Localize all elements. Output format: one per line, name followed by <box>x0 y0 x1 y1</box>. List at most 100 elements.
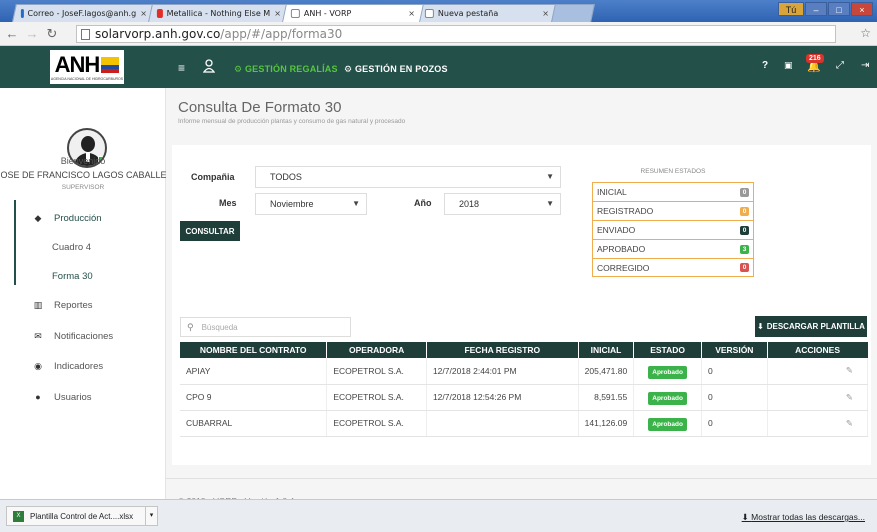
tab-title: Correo - JoseF.lagos@anh.g <box>27 9 137 18</box>
col-header[interactable]: FECHA REGISTRO <box>426 342 579 358</box>
maximize-button[interactable]: □ <box>828 2 850 16</box>
tab-title: Metallica - Nothing Else M <box>166 9 271 18</box>
back-button[interactable]: ← <box>4 26 20 41</box>
tab-correo[interactable]: Correo - JoseF.lagos@anh.g × <box>12 4 156 22</box>
close-icon[interactable]: × <box>136 9 147 18</box>
cell-estado: Aprobado <box>633 384 702 411</box>
download-filename: Plantilla Control de Act....xlsx <box>30 511 134 521</box>
compania-select[interactable]: TODOS ▼ <box>255 166 561 188</box>
col-header[interactable]: ACCIONES <box>767 342 868 358</box>
nav-label: GESTIÓN EN POZOS <box>354 64 448 74</box>
nav-gestion-regalias[interactable]: ⚙ GESTIÓN REGALÍAS <box>234 64 338 75</box>
screen-icon[interactable]: ▣ <box>784 60 793 71</box>
col-header[interactable]: NOMBRE DEL CONTRATO <box>180 342 328 358</box>
url-path: /app/#/app/forma30 <box>220 27 343 41</box>
cell-operadora: ECOPETROL S.A. <box>326 384 427 411</box>
nav-gestion-pozos[interactable]: ⚙ GESTIÓN EN POZOS <box>344 64 448 75</box>
resumen-row-corregido: CORREGIDO 0 <box>592 258 754 277</box>
close-window-button[interactable]: × <box>851 2 873 16</box>
tag-icon: ◆ <box>34 212 42 223</box>
caret-down-icon: ▼ <box>352 199 360 208</box>
help-button[interactable]: ? <box>762 60 768 71</box>
col-header[interactable]: OPERADORA <box>326 342 427 358</box>
consultar-button[interactable]: CONSULTAR <box>180 221 240 241</box>
cell-version: 0 <box>701 358 768 385</box>
logout-icon[interactable]: ⇥ <box>861 60 869 71</box>
mes-select[interactable]: Noviembre ▼ <box>255 193 367 215</box>
download-item[interactable]: X Plantilla Control de Act....xlsx ▾ <box>6 506 158 526</box>
resumen-label: REGISTRADO <box>597 206 654 216</box>
cell-contrato: APIAY <box>180 358 328 385</box>
cell-fecha <box>426 410 579 437</box>
status-count-badge: 0 <box>740 187 749 197</box>
sidebar-item-notificaciones[interactable]: ✉ Notificaciones <box>0 326 166 346</box>
close-icon[interactable]: × <box>538 9 549 18</box>
welcome-text: Bienvenido <box>60 156 106 166</box>
sidebar-item-usuarios[interactable]: ● Usuarios <box>0 387 166 407</box>
outlook-icon <box>20 9 24 18</box>
search-input[interactable]: ⚲ Búsqueda <box>180 317 351 337</box>
status-count-badge: 3 <box>740 244 749 254</box>
col-header[interactable]: INICIAL <box>578 342 635 358</box>
status-count-badge: 0 <box>740 225 749 235</box>
youtube-icon <box>156 9 163 18</box>
expand-icon[interactable]: ⤢ <box>836 60 844 71</box>
reload-button[interactable]: ↻ <box>44 26 60 42</box>
avatar-head <box>81 136 95 152</box>
edit-pencil-icon[interactable]: ✎ <box>846 365 853 375</box>
edit-pencil-icon[interactable]: ✎ <box>846 418 853 428</box>
browser-toolbar: ← → ↻ solarvorp.anh.gov.co/app/#/app/for… <box>0 22 877 46</box>
sidebar-item-indicadores[interactable]: ◉ Indicadores <box>0 356 166 376</box>
close-icon[interactable]: × <box>404 9 415 18</box>
sidebar-item-forma-30[interactable]: Forma 30 <box>0 266 166 286</box>
table-row: APIAY ECOPETROL S.A. 12/7/2018 2:44:01 P… <box>180 358 869 385</box>
col-header[interactable]: ESTADO <box>633 342 702 358</box>
contracts-table: NOMBRE DEL CONTRATO OPERADORA FECHA REGI… <box>180 342 869 437</box>
anh-logo[interactable]: ANH AGENCIA NACIONAL DE HIDROCARBUROS <box>50 50 124 84</box>
caret-down-icon: ▼ <box>546 199 554 208</box>
menu-label: Usuarios <box>54 391 92 403</box>
menu-label: Producción <box>54 212 102 224</box>
tab-nueva-pestana[interactable]: Nueva pestaña × <box>416 4 558 22</box>
resumen-estados: INICIAL 0 REGISTRADO 0 ENVIADO 0 APROBADO 3 … <box>592 182 754 277</box>
cell-contrato: CPO 9 <box>180 384 328 411</box>
cell-fecha: 12/7/2018 12:54:26 PM <box>426 384 579 411</box>
user-icon[interactable] <box>203 59 215 73</box>
window-user-button[interactable]: Tú <box>778 2 804 16</box>
cell-inicial: 141,126.09 <box>578 410 635 437</box>
new-tab-button[interactable] <box>551 4 595 22</box>
forward-button[interactable]: → <box>24 26 40 41</box>
status-count-badge: 0 <box>740 206 749 216</box>
flag-icon <box>101 56 120 73</box>
cell-contrato: CUBARRAL <box>180 410 328 437</box>
minimize-button[interactable]: – <box>805 2 827 16</box>
sidebar-item-cuadro-4[interactable]: Cuadro 4 <box>0 237 166 257</box>
page-icon <box>424 9 434 18</box>
menu-label: Cuadro 4 <box>52 241 92 253</box>
page-icon <box>81 28 90 40</box>
col-header[interactable]: VERSIÓN <box>701 342 768 358</box>
nav-label: GESTIÓN REGALÍAS <box>244 64 338 74</box>
address-bar[interactable]: solarvorp.anh.gov.co/app/#/app/forma30 <box>76 25 836 43</box>
sidebar-item-produccion[interactable]: ◆ Producción <box>0 208 166 228</box>
menu-label: Notificaciones <box>54 330 114 342</box>
chevron-down-icon[interactable]: ▾ <box>145 507 157 525</box>
tab-title: ANH - VORP <box>303 9 352 18</box>
cell-fecha: 12/7/2018 2:44:01 PM <box>426 358 579 385</box>
close-icon[interactable]: × <box>270 9 281 18</box>
sidebar-item-reportes[interactable]: ▥ Reportes <box>0 295 166 315</box>
show-all-downloads-link[interactable]: ⬇ Mostrar todas las descargas... <box>742 512 865 523</box>
status-badge: Aprobado <box>648 392 687 405</box>
compania-value: TODOS <box>270 172 302 182</box>
anio-label: Año <box>414 198 432 208</box>
button-label: DESCARGAR PLANTILLA <box>766 322 865 331</box>
tab-metallica[interactable]: Metallica - Nothing Else M × <box>148 4 290 22</box>
logo-text: ANH <box>54 51 101 77</box>
bookmark-star-icon[interactable]: ☆ <box>860 26 871 40</box>
main-content: Consulta De Formato 30 Informe mensual d… <box>166 88 877 532</box>
edit-pencil-icon[interactable]: ✎ <box>846 392 853 402</box>
tab-anh-vorp[interactable]: ANH - VORP × <box>282 4 424 22</box>
hamburger-menu-icon[interactable]: ≡ <box>178 61 185 75</box>
descargar-plantilla-button[interactable]: ⬇ DESCARGAR PLANTILLA <box>755 316 867 337</box>
anio-select[interactable]: 2018 ▼ <box>444 193 561 215</box>
